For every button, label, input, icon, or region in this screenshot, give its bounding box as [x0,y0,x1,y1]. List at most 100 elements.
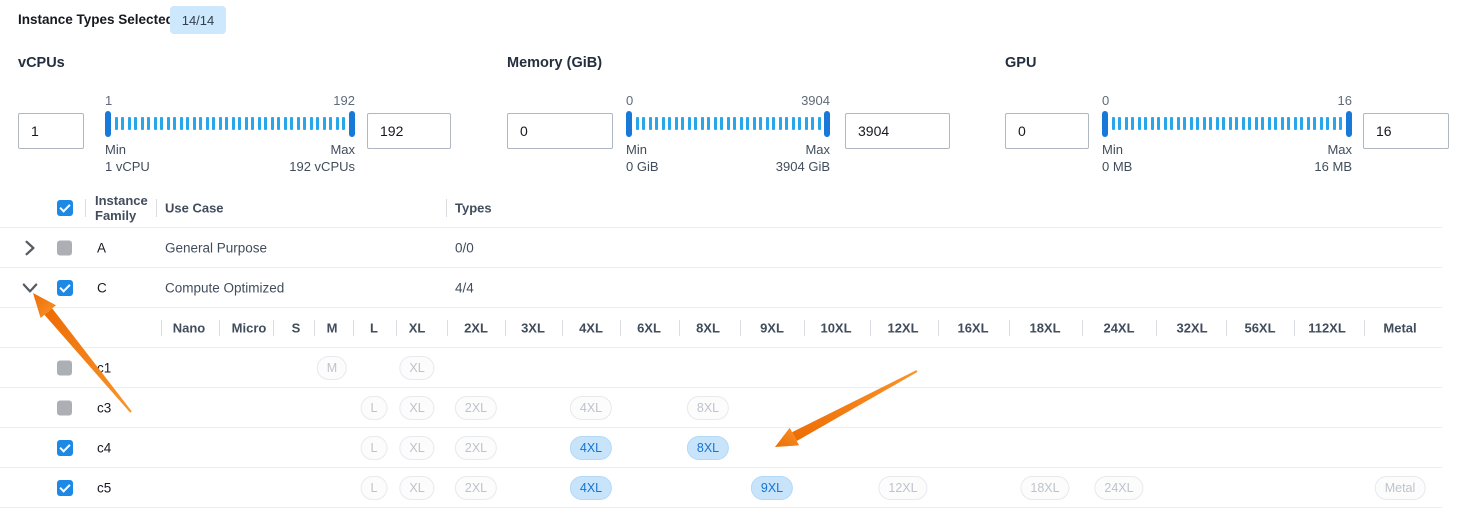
vcpus-max-input[interactable]: 192 [367,113,451,149]
vcpus-range-max: 192 [333,93,355,110]
pill-c5-2xl[interactable]: 2XL [455,476,497,500]
pill-c5-xl[interactable]: XL [399,476,434,500]
checkbox-c5[interactable] [57,480,73,496]
slider-tick [238,117,241,130]
size-column-9xl: 9XL [760,320,784,335]
checkbox-c3[interactable] [57,400,72,415]
slider-min-handle[interactable] [105,111,111,137]
vcpus-label: vCPUs [18,55,65,71]
size-column-6xl: 6XL [637,320,661,335]
vcpus-min-input[interactable]: 1 [18,113,84,149]
memory-max-input[interactable]: 3904 [845,113,950,149]
slider-tick [1313,117,1316,130]
size-column-divider [273,320,274,336]
size-column-divider [562,320,563,336]
select-all-checkbox[interactable] [57,200,73,216]
size-column-8xl: 8XL [696,320,720,335]
slider-max-handle[interactable] [1346,111,1352,137]
slider-tick [1320,117,1323,130]
checkbox-family-a[interactable] [57,240,72,255]
gpu-max-input[interactable]: 16 [1363,113,1449,149]
vcpus-range-slider[interactable] [105,110,355,137]
pill-c4-4xl[interactable]: 4XL [570,436,612,460]
gpu-min-input[interactable]: 0 [1005,113,1089,149]
pill-c5-12xl[interactable]: 12XL [878,476,927,500]
slider-tick [694,117,697,130]
slider-tick [805,117,808,130]
slider-tick [1339,117,1342,130]
pill-c3-4xl[interactable]: 4XL [570,396,612,420]
memory-filter: Memory (GiB) 0 0 3904 Min0 GiB Max3904 G… [507,55,950,180]
slider-tick [642,117,645,130]
pill-c1-m[interactable]: M [317,356,347,380]
instance-name: c5 [97,480,111,495]
memory-slider-block: 0 3904 Min0 GiB Max3904 GiB [626,93,830,175]
column-header-use-case: Use Case [165,200,224,215]
gpu-range-slider[interactable] [1102,110,1352,137]
size-header-row: NanoMicroSMLXL2XL3XL4XL6XL8XL9XL10XL12XL… [0,308,1442,348]
slider-tick [792,117,795,130]
family-row-a: A General Purpose 0/0 [0,228,1442,268]
slider-tick [720,117,723,130]
slider-tick [636,117,639,130]
slider-max-handle[interactable] [824,111,830,137]
slider-min-handle[interactable] [626,111,632,137]
memory-range-slider[interactable] [626,110,830,137]
vcpus-range-min: 1 [105,93,112,110]
pill-c3-xl[interactable]: XL [399,396,434,420]
checkbox-c1[interactable] [57,360,72,375]
pill-c4-xl[interactable]: XL [399,436,434,460]
slider-tick [759,117,762,130]
checkbox-c4[interactable] [57,440,73,456]
vcpus-filter: vCPUs 1 1 192 Min1 vCPU Max192 vCPUs 192 [18,55,451,180]
pill-c5-9xl[interactable]: 9XL [751,476,793,500]
slider-tick [811,117,814,130]
size-column-divider [219,320,220,336]
slider-tick [251,117,254,130]
slider-tick [342,117,345,130]
slider-tick [206,117,209,130]
size-column-divider [505,320,506,336]
slider-tick [1203,117,1206,130]
chevron-down-icon[interactable] [21,279,39,297]
pill-c5-4xl[interactable]: 4XL [570,476,612,500]
slider-tick [284,117,287,130]
instance-name: c1 [97,360,111,375]
family-types-count: 0/0 [455,240,474,255]
slider-max-handle[interactable] [349,111,355,137]
pill-c3-8xl[interactable]: 8XL [687,396,729,420]
pill-c1-xl[interactable]: XL [399,356,434,380]
slider-tick [1261,117,1264,130]
pill-c4-2xl[interactable]: 2XL [455,436,497,460]
slider-tick [714,117,717,130]
slider-tick [167,117,170,130]
pill-c5-metal[interactable]: Metal [1375,476,1426,500]
slider-tick [329,117,332,130]
slider-tick [1274,117,1277,130]
family-use-case: Compute Optimized [165,280,284,295]
pill-c3-2xl[interactable]: 2XL [455,396,497,420]
slider-tick [746,117,749,130]
checkbox-family-c[interactable] [57,280,73,296]
chevron-right-icon[interactable] [21,239,39,257]
slider-tick [766,117,769,130]
memory-min-input[interactable]: 0 [507,113,613,149]
pill-c4-l[interactable]: L [361,436,388,460]
pill-c4-8xl[interactable]: 8XL [687,436,729,460]
slider-tick [1183,117,1186,130]
pill-c5-24xl[interactable]: 24XL [1094,476,1143,500]
pill-c5-l[interactable]: L [361,476,388,500]
slider-tick [1157,117,1160,130]
table-header-row: Instance Family Use Case Types [0,188,1442,228]
slider-min-handle[interactable] [1102,111,1108,137]
instance-name: c3 [97,400,111,415]
size-column-divider [353,320,354,336]
slider-tick [681,117,684,130]
size-column-divider [804,320,805,336]
slider-tick [1190,117,1193,130]
slider-tick [1333,117,1336,130]
pill-c3-l[interactable]: L [361,396,388,420]
slider-tick [688,117,691,130]
pill-c5-18xl[interactable]: 18XL [1020,476,1069,500]
memory-max-caption: Max3904 GiB [776,141,830,175]
